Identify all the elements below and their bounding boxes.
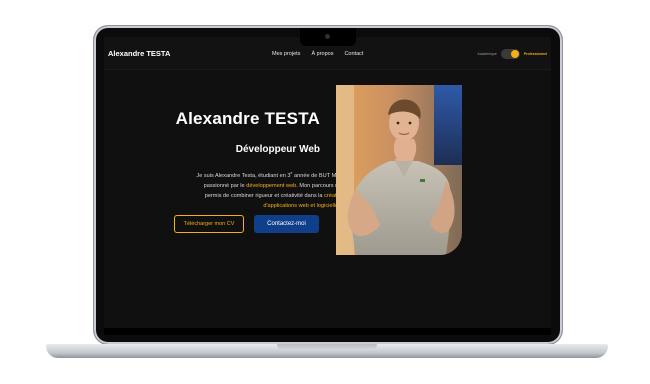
nav-link-about[interactable]: À propos <box>311 51 333 57</box>
desc-text-3: passionné par le <box>203 182 247 189</box>
contact-button[interactable]: Contactez-moi <box>254 215 319 233</box>
hero-description: Je suis Alexandre Testa, étudiant en 3e … <box>140 168 344 211</box>
desc-highlight-web: développement web <box>246 182 297 189</box>
toggle-icon <box>510 50 519 58</box>
desc-text-5: permis de combiner rigueur et créativité… <box>204 192 325 199</box>
camera-notch <box>300 28 356 46</box>
screen-bezel-bottom <box>104 328 551 335</box>
nav-links: Mes projets À propos Contact <box>272 51 374 57</box>
nav-link-projects[interactable]: Mes projets <box>272 51 300 57</box>
hero-title: Alexandre TESTA <box>175 109 320 128</box>
nav-link-contact[interactable]: Contact <box>344 51 363 57</box>
mode-toggle[interactable] <box>500 49 520 59</box>
desc-highlight-apps: d'applications web et logicielles <box>263 202 341 209</box>
hero-subtitle: Développeur Web <box>235 144 320 155</box>
desc-text-1: Je suis Alexandre Testa, étudiant en 3 <box>196 172 291 179</box>
website-screen: Alexandre TESTA Mes projets À propos Con… <box>104 37 551 329</box>
mode-academic-label: Académique <box>477 52 497 56</box>
laptop-base-notch <box>277 344 377 350</box>
mode-switcher: Académique Professionnel <box>477 49 547 59</box>
download-cv-button[interactable]: Télécharger mon CV <box>174 215 244 233</box>
profile-photo <box>336 85 462 255</box>
mode-professional-label: Professionnel <box>523 52 547 56</box>
camera-icon <box>325 34 330 39</box>
site-brand[interactable]: Alexandre TESTA <box>108 49 170 58</box>
